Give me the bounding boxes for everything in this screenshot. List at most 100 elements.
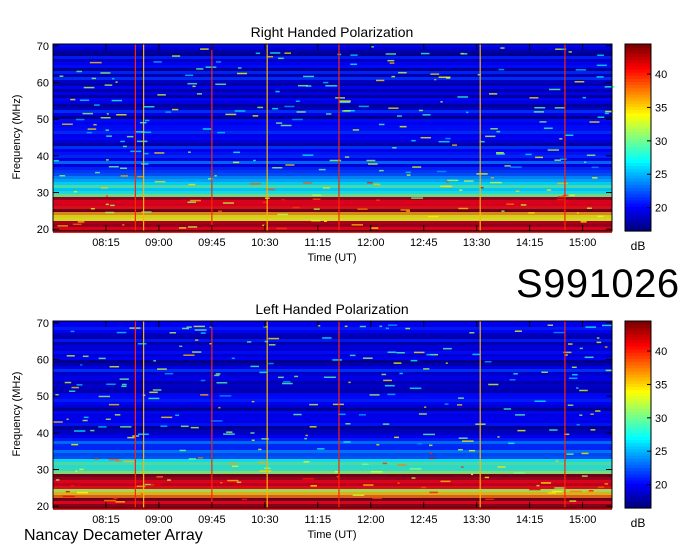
spectrogram-speckle	[393, 362, 402, 364]
spectrogram-speckle	[458, 437, 468, 439]
y-tick-label: 30	[37, 465, 49, 477]
spectrogram-row	[53, 164, 612, 167]
spectrogram-speckle	[270, 52, 281, 54]
spectrogram-speckle	[281, 199, 285, 201]
y-tick-label: 60	[37, 78, 49, 90]
spectrogram-speckle	[93, 123, 97, 126]
spectrogram-speckle	[367, 163, 378, 165]
spectrogram-row	[53, 471, 612, 474]
spectrogram-row	[53, 366, 612, 369]
spectrogram-speckle	[546, 189, 552, 191]
spectrogram-speckle	[418, 413, 427, 415]
spectrogram-speckle	[143, 105, 155, 108]
x-tick-label: 10:30	[251, 514, 279, 526]
spectrogram-speckle	[284, 105, 295, 108]
spectrogram-speckle	[82, 112, 94, 115]
spectrogram-speckle	[276, 227, 287, 230]
spectrogram-speckle	[604, 112, 609, 115]
spectrogram-row	[53, 170, 612, 173]
spectrogram-speckle	[396, 351, 405, 354]
spectrogram-row	[53, 146, 612, 149]
spectrogram-speckle	[156, 476, 164, 478]
spectrogram-speckle	[296, 111, 306, 113]
spectrogram-row	[53, 345, 612, 348]
spectrogram-speckle	[116, 331, 127, 334]
spectrogram-speckle	[351, 224, 363, 226]
spectrogram-row	[53, 405, 612, 408]
spectrogram-speckle	[567, 404, 574, 406]
spectrogram-speckle	[569, 194, 575, 197]
y-tick-label: 30	[37, 188, 49, 200]
spectrogram-speckle	[372, 497, 383, 499]
spectrogram-speckle	[305, 434, 308, 437]
spectrogram-speckle	[554, 159, 561, 161]
spectrogram-speckle	[196, 68, 204, 70]
spectrogram-row	[53, 203, 612, 206]
spectrogram-row	[53, 408, 612, 411]
spectrogram-speckle	[179, 449, 186, 452]
spectrogram-speckle	[334, 471, 339, 473]
spectrogram-speckle	[413, 351, 425, 354]
spectrogram-speckle	[568, 51, 572, 53]
spectrogram-speckle	[160, 425, 168, 427]
spectrogram-speckle	[569, 500, 577, 502]
spectrogram-speckle	[66, 355, 75, 357]
spectrogram-speckle	[104, 84, 113, 86]
spectrogram-row	[53, 381, 612, 384]
spectrogram-speckle	[358, 105, 369, 108]
spectrogram-speckle	[457, 96, 469, 98]
spectrogram-speckle	[572, 373, 578, 376]
spectrogram-row	[53, 384, 612, 387]
spectrogram-speckle	[115, 81, 118, 83]
spectrogram-speckle	[153, 360, 157, 362]
spectrogram-speckle	[596, 341, 602, 344]
spectrogram-speckle	[153, 61, 162, 63]
spectrogram-speckle	[406, 174, 411, 176]
spectrogram-speckle	[574, 81, 585, 83]
spectrogram-speckle	[251, 400, 255, 403]
spectrogram-speckle	[400, 209, 410, 211]
spectrogram-speckle	[373, 183, 381, 186]
lh-x-axis-label: Time (UT)	[307, 529, 356, 541]
spectrogram-speckle	[252, 115, 259, 117]
spectrogram-speckle	[381, 373, 387, 376]
spectrogram-speckle	[509, 379, 516, 381]
spectrogram-speckle	[272, 107, 279, 110]
spectrogram-speckle	[284, 52, 291, 54]
spectrogram-speckle	[604, 483, 609, 485]
spectrogram-speckle	[115, 501, 125, 503]
x-tick-label: 12:45	[410, 237, 438, 249]
spectrogram-speckle	[70, 98, 76, 101]
spectrogram-speckle	[75, 118, 85, 121]
x-tick-label: 15:00	[569, 237, 597, 249]
spectrogram-speckle	[466, 111, 469, 114]
spectrogram-speckle	[348, 381, 351, 384]
spectrogram-speckle	[202, 128, 212, 130]
spectrogram-row	[53, 176, 612, 179]
spectrogram-speckle	[420, 136, 431, 139]
spectrogram-speckle	[405, 327, 411, 330]
spectrogram-speckle	[219, 395, 232, 397]
spectrogram-speckle	[140, 493, 144, 495]
spectrogram-speckle	[310, 485, 317, 487]
spectrogram-speckle	[258, 448, 262, 451]
spectrogram-speckle	[122, 145, 127, 148]
spectrogram-speckle	[392, 147, 397, 149]
spectrogram-speckle	[89, 61, 102, 64]
spectrogram-speckle	[185, 74, 194, 77]
spectrogram-row	[53, 417, 612, 420]
spectrogram-row	[53, 110, 612, 113]
spectrogram-row	[53, 504, 612, 507]
spectrogram-speckle	[237, 67, 242, 69]
spectrogram-speckle	[121, 385, 127, 388]
spectrogram-speckle	[554, 107, 565, 109]
spectrogram-speckle	[127, 436, 135, 439]
spectrogram-speckle	[94, 104, 100, 106]
spectrogram-speckle	[200, 332, 206, 334]
spectrogram-speckle	[108, 166, 119, 168]
spectrogram-speckle	[579, 414, 583, 416]
spectrogram-speckle	[423, 368, 430, 370]
spectrogram-speckle	[484, 476, 490, 479]
spectrogram-speckle	[59, 75, 64, 77]
spectrogram-speckle	[106, 113, 109, 115]
